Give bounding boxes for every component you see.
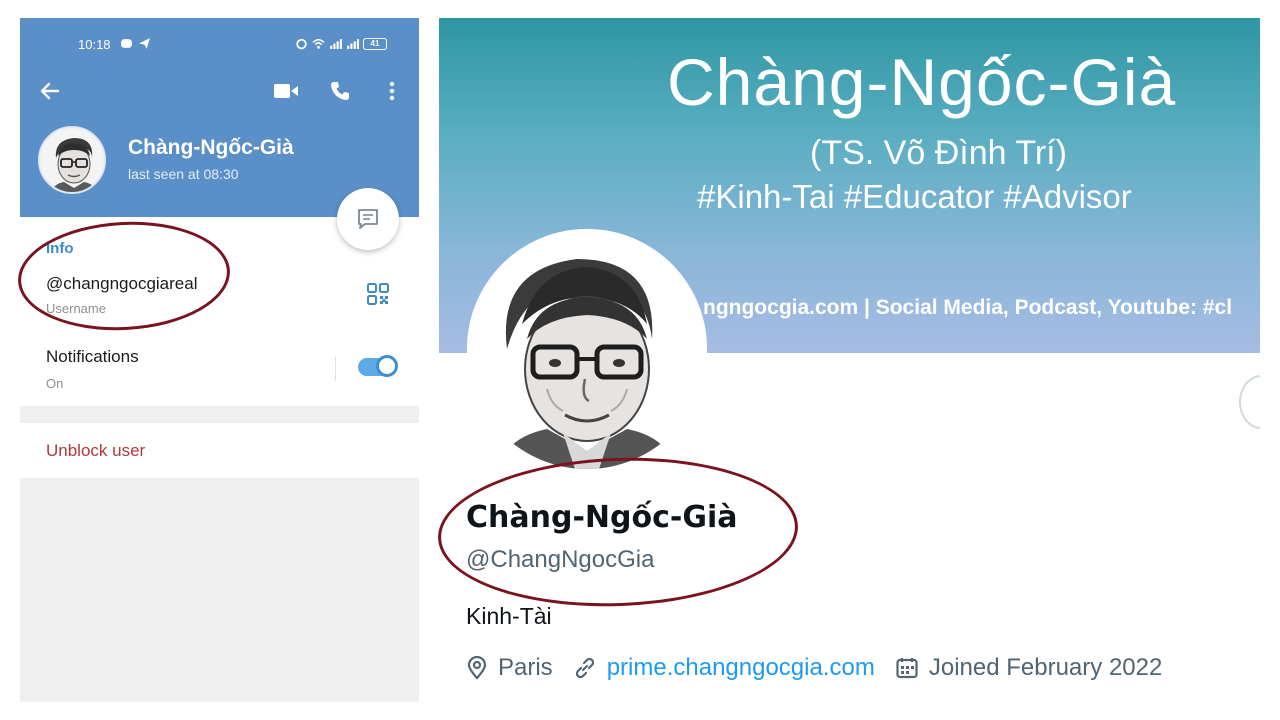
more-options-button[interactable] bbox=[375, 74, 409, 108]
more-vertical-icon bbox=[389, 81, 395, 101]
signal-icon bbox=[330, 39, 342, 49]
twitter-display-name: Chàng-Ngốc-Già bbox=[466, 500, 738, 535]
telegram-avatar[interactable] bbox=[38, 126, 106, 194]
wifi-icon bbox=[312, 38, 325, 49]
status-bar-time: 10:18 bbox=[78, 37, 111, 52]
telegram-display-name: Chàng-Ngốc-Già bbox=[128, 136, 294, 159]
info-section-label: Info bbox=[46, 240, 74, 257]
website-item: prime.changngocgia.com bbox=[573, 654, 875, 682]
banner-subtitle: (TS. Võ Đình Trí) bbox=[810, 134, 1067, 172]
notifications-label[interactable]: Notifications bbox=[46, 347, 139, 367]
qr-code-icon[interactable] bbox=[366, 282, 390, 306]
notifications-toggle[interactable] bbox=[358, 355, 398, 377]
banner-links-line: ngngocgia.com | Social Media, Podcast, Y… bbox=[703, 296, 1233, 319]
divider bbox=[335, 357, 336, 381]
link-icon bbox=[575, 657, 594, 679]
joined-item: Joined February 2022 bbox=[895, 654, 1162, 682]
notifications-state: On bbox=[46, 376, 64, 391]
location-text: Paris bbox=[498, 654, 553, 681]
message-button[interactable] bbox=[337, 188, 399, 250]
twitter-profile-panel: Chàng-Ngốc-Già (TS. Võ Đình Trí) #Kinh-T… bbox=[439, 18, 1260, 702]
banner-hashtags: #Kinh-Tai #Educator #Advisor bbox=[697, 178, 1132, 215]
video-call-button[interactable] bbox=[269, 74, 303, 108]
message-icon bbox=[358, 209, 378, 229]
status-bar-system-icons: 41 bbox=[295, 37, 387, 50]
chat-notification-icon bbox=[121, 39, 132, 48]
unblock-user-button[interactable]: Unblock user bbox=[46, 441, 145, 461]
twitter-bio: Kinh-Tài bbox=[466, 603, 552, 629]
signal-icon-2 bbox=[347, 39, 359, 49]
website-link[interactable]: prime.changngocgia.com bbox=[607, 654, 875, 682]
alarm-icon bbox=[296, 38, 307, 50]
telegram-notification-icon bbox=[139, 38, 150, 49]
calendar-icon bbox=[896, 658, 918, 679]
twitter-handle: @ChangNgocGia bbox=[466, 546, 655, 573]
back-button[interactable] bbox=[33, 74, 67, 108]
phone-icon bbox=[331, 82, 349, 100]
telegram-header: 10:18 41 Chàng-Ngốc-Già last seen at 08:… bbox=[20, 18, 419, 217]
unblock-section: Unblock user bbox=[20, 423, 419, 478]
avatar-caricature-large bbox=[467, 229, 707, 469]
telegram-profile-panel: 10:18 41 Chàng-Ngốc-Già last seen at 08:… bbox=[20, 18, 419, 702]
profile-meta-row: Paris prime.changngocgia.com Joined Febr… bbox=[466, 654, 1182, 682]
battery-indicator: 41 bbox=[363, 37, 387, 50]
twitter-avatar[interactable] bbox=[467, 229, 707, 469]
location-item: Paris bbox=[466, 654, 553, 682]
avatar-caricature bbox=[51, 138, 97, 192]
banner-title: Chàng-Ngốc-Già bbox=[667, 45, 1177, 119]
video-call-icon bbox=[274, 84, 298, 98]
location-icon bbox=[467, 656, 487, 680]
voice-call-button[interactable] bbox=[323, 74, 357, 108]
status-bar-notification-icons bbox=[120, 37, 151, 50]
username-value[interactable]: @changngocgiareal bbox=[46, 274, 197, 294]
joined-date: Joined February 2022 bbox=[928, 654, 1163, 681]
last-seen-status: last seen at 08:30 bbox=[128, 166, 239, 182]
follow-button-edge[interactable] bbox=[1239, 375, 1260, 429]
back-arrow-icon bbox=[40, 82, 60, 100]
username-caption: Username bbox=[46, 301, 106, 316]
